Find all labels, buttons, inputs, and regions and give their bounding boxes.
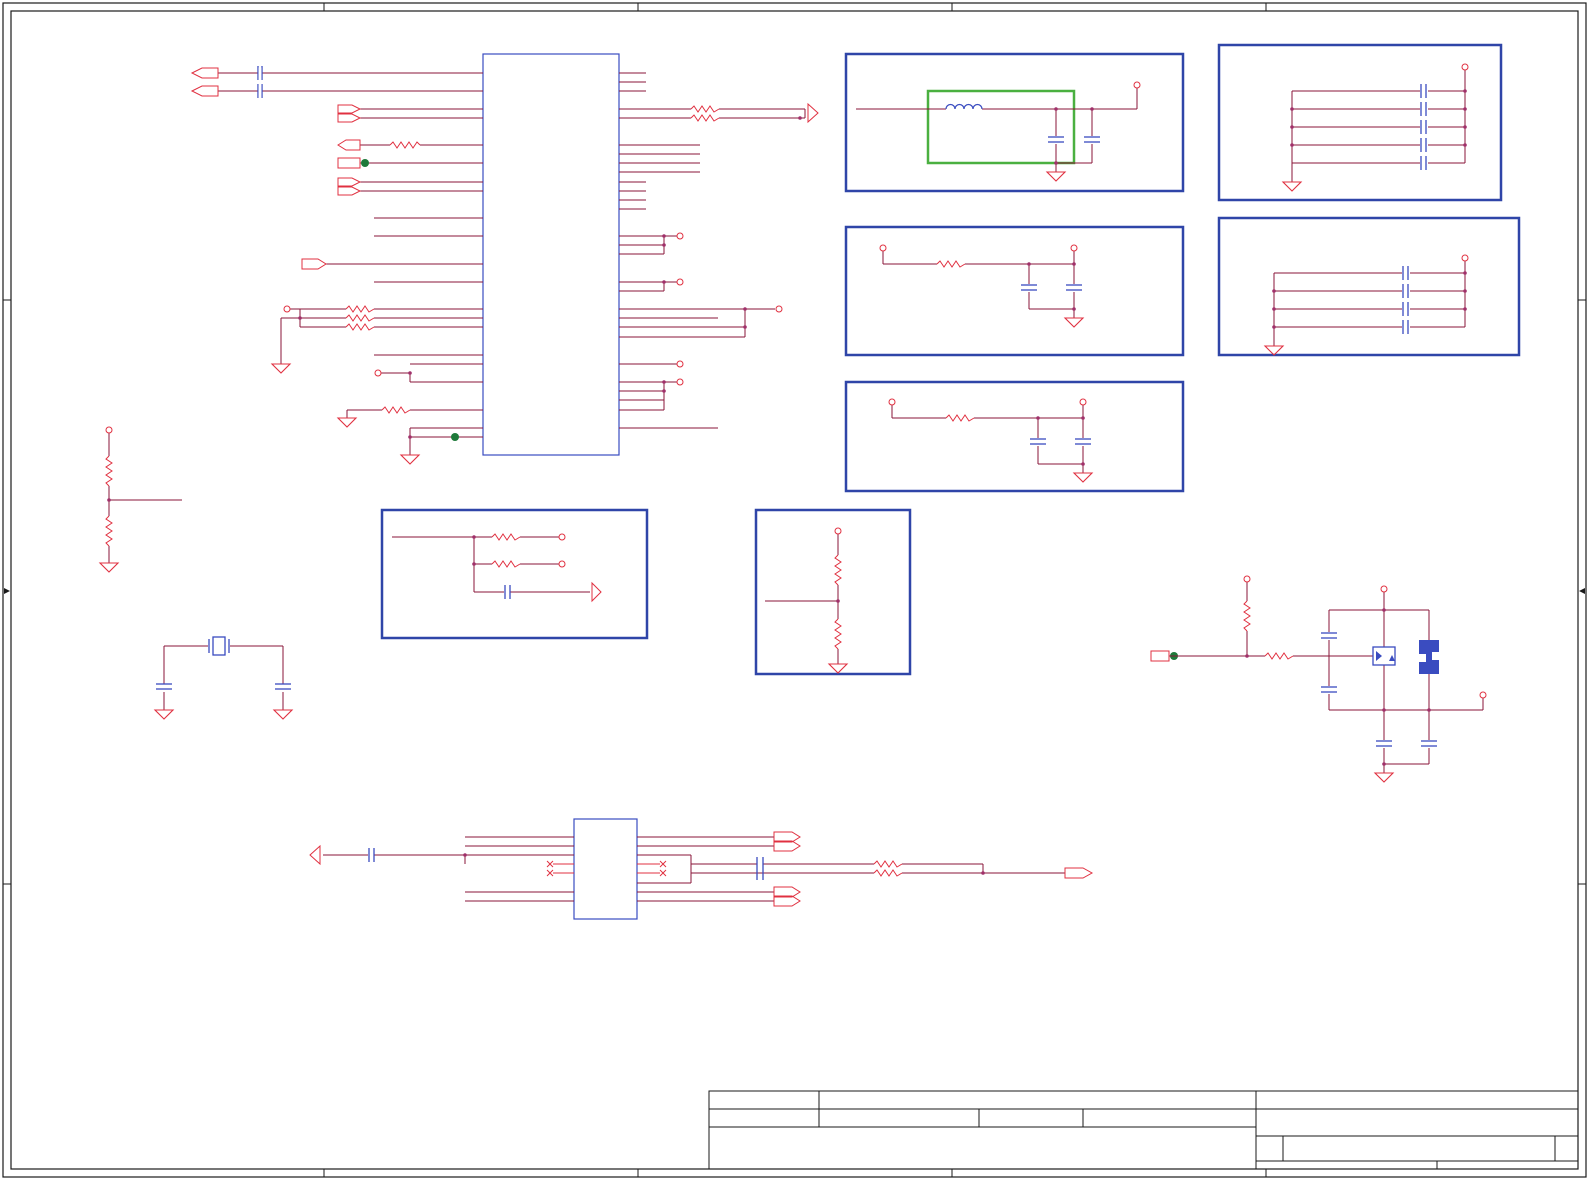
main-ic bbox=[482, 53, 620, 456]
decoupling-box-1 bbox=[1217, 43, 1503, 202]
title-block bbox=[708, 1090, 1579, 1170]
mosfet-circuit bbox=[1150, 575, 1487, 783]
rc-filter-box-2 bbox=[844, 380, 1185, 493]
right-junctions bbox=[662, 116, 802, 393]
lc-filter-box bbox=[844, 52, 1185, 193]
main-ic-right-wires bbox=[619, 72, 806, 429]
bottom-ic bbox=[309, 818, 1094, 920]
divider-box bbox=[754, 508, 912, 676]
decoupling-box-2 bbox=[1217, 216, 1521, 357]
schematic-canvas bbox=[2, 2, 1587, 1178]
right-resistors bbox=[690, 105, 720, 122]
sheet-border bbox=[2, 2, 1587, 1178]
rc-filter-box-1 bbox=[844, 225, 1185, 357]
main-ic-left-wires bbox=[218, 72, 483, 455]
left-junctions bbox=[298, 316, 412, 439]
left-ground-symbols bbox=[271, 363, 420, 465]
zone-ticks bbox=[3, 3, 1586, 1177]
crystal-circuit bbox=[154, 636, 293, 720]
schematic-sheet bbox=[0, 0, 1589, 1180]
termination-box bbox=[380, 508, 649, 640]
left-divider bbox=[99, 426, 182, 573]
right-port-flags bbox=[807, 102, 819, 124]
zone-arrows bbox=[4, 588, 1585, 594]
left-port-flags bbox=[190, 67, 362, 270]
